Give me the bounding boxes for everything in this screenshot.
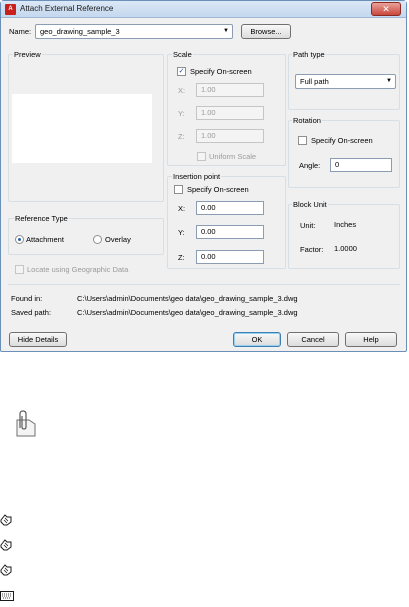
insertion-y-field[interactable]: 0.00 <box>196 225 264 239</box>
overlay-radio[interactable] <box>93 235 102 244</box>
scale-label: Scale <box>172 50 193 59</box>
insertion-specify-label: Specify On-screen <box>187 185 249 194</box>
factor-value: 1.0000 <box>334 244 357 253</box>
path-type-select[interactable]: Full path ▼ <box>295 74 396 89</box>
insertion-z-field[interactable]: 0.00 <box>196 250 264 264</box>
path-type-value: Full path <box>300 77 329 86</box>
unit-label: Unit: <box>300 221 316 230</box>
saved-path-label: Saved path: <box>11 308 52 317</box>
factor-label: Factor: <box>300 245 324 254</box>
unit-value: Inches <box>334 220 357 229</box>
pointing-hand-icon <box>0 514 12 526</box>
pointing-hand-icon <box>0 539 12 551</box>
geographic-data-label: Locate using Geographic Data <box>27 265 129 274</box>
insertion-y-label: Y: <box>178 228 185 237</box>
found-in-value: C:\Users\admin\Documents\geo data\geo_dr… <box>77 294 298 303</box>
scale-y-field[interactable]: 1.00 <box>196 106 264 120</box>
rotation-specify-checkbox[interactable] <box>298 136 307 145</box>
pointing-hand-icon <box>0 564 12 576</box>
found-in-label: Found in: <box>11 294 43 303</box>
cancel-button[interactable]: Cancel <box>287 332 339 347</box>
scale-z-field[interactable]: 1.00 <box>196 129 264 143</box>
uniform-scale-label: Uniform Scale <box>209 152 257 161</box>
reference-type-label: Reference Type <box>14 214 69 223</box>
attach-external-reference-dialog: A Attach External Reference ✕ Name: geo_… <box>0 0 407 352</box>
insertion-point-label: Insertion point <box>172 172 222 181</box>
browse-button[interactable]: Browse... <box>241 24 291 39</box>
scale-z-label: Z: <box>178 132 185 141</box>
chevron-down-icon: ▼ <box>386 78 392 84</box>
rotation-label: Rotation <box>292 116 322 125</box>
overlay-label: Overlay <box>105 235 131 244</box>
block-unit-group <box>288 204 400 269</box>
title-bar: A Attach External Reference ✕ <box>1 1 406 18</box>
scale-x-field[interactable]: 1.00 <box>196 83 264 97</box>
chevron-down-icon: ▼ <box>223 28 229 34</box>
path-type-label: Path type <box>292 50 326 59</box>
attachment-radio[interactable] <box>15 235 24 244</box>
keyboard-icon <box>0 591 14 601</box>
name-combo[interactable]: geo_drawing_sample_3 ▼ <box>35 24 233 39</box>
insertion-specify-checkbox[interactable] <box>174 185 183 194</box>
angle-field[interactable]: 0 <box>330 158 392 172</box>
insertion-x-field[interactable]: 0.00 <box>196 201 264 215</box>
block-unit-label: Block Unit <box>292 200 328 209</box>
scale-specify-label: Specify On-screen <box>190 67 252 76</box>
preview-label: Preview <box>13 50 42 59</box>
app-icon: A <box>5 4 16 15</box>
dialog-title: Attach External Reference <box>20 4 114 13</box>
name-label: Name: <box>9 27 32 36</box>
hide-details-button[interactable]: Hide Details <box>9 332 67 347</box>
paperclip-note-icon <box>16 410 36 437</box>
help-button[interactable]: Help <box>345 332 397 347</box>
name-combo-value: geo_drawing_sample_3 <box>40 27 120 36</box>
scale-x-label: X: <box>178 86 186 95</box>
scale-specify-checkbox[interactable]: ✓ <box>177 67 186 76</box>
rotation-group <box>288 120 400 188</box>
saved-path-value: C:\Users\admin\Documents\geo data\geo_dr… <box>77 308 298 317</box>
insertion-z-label: Z: <box>178 253 185 262</box>
scale-y-label: Y: <box>178 109 185 118</box>
attachment-label: Attachment <box>26 235 64 244</box>
preview-image <box>12 94 152 163</box>
geographic-data-checkbox[interactable] <box>15 265 24 274</box>
angle-label: Angle: <box>299 161 321 170</box>
close-button[interactable]: ✕ <box>371 2 401 16</box>
rotation-specify-label: Specify On-screen <box>311 136 373 145</box>
divider <box>8 284 400 285</box>
insertion-x-label: X: <box>178 204 186 213</box>
ok-button[interactable]: OK <box>233 332 281 347</box>
uniform-scale-checkbox[interactable] <box>197 152 206 161</box>
